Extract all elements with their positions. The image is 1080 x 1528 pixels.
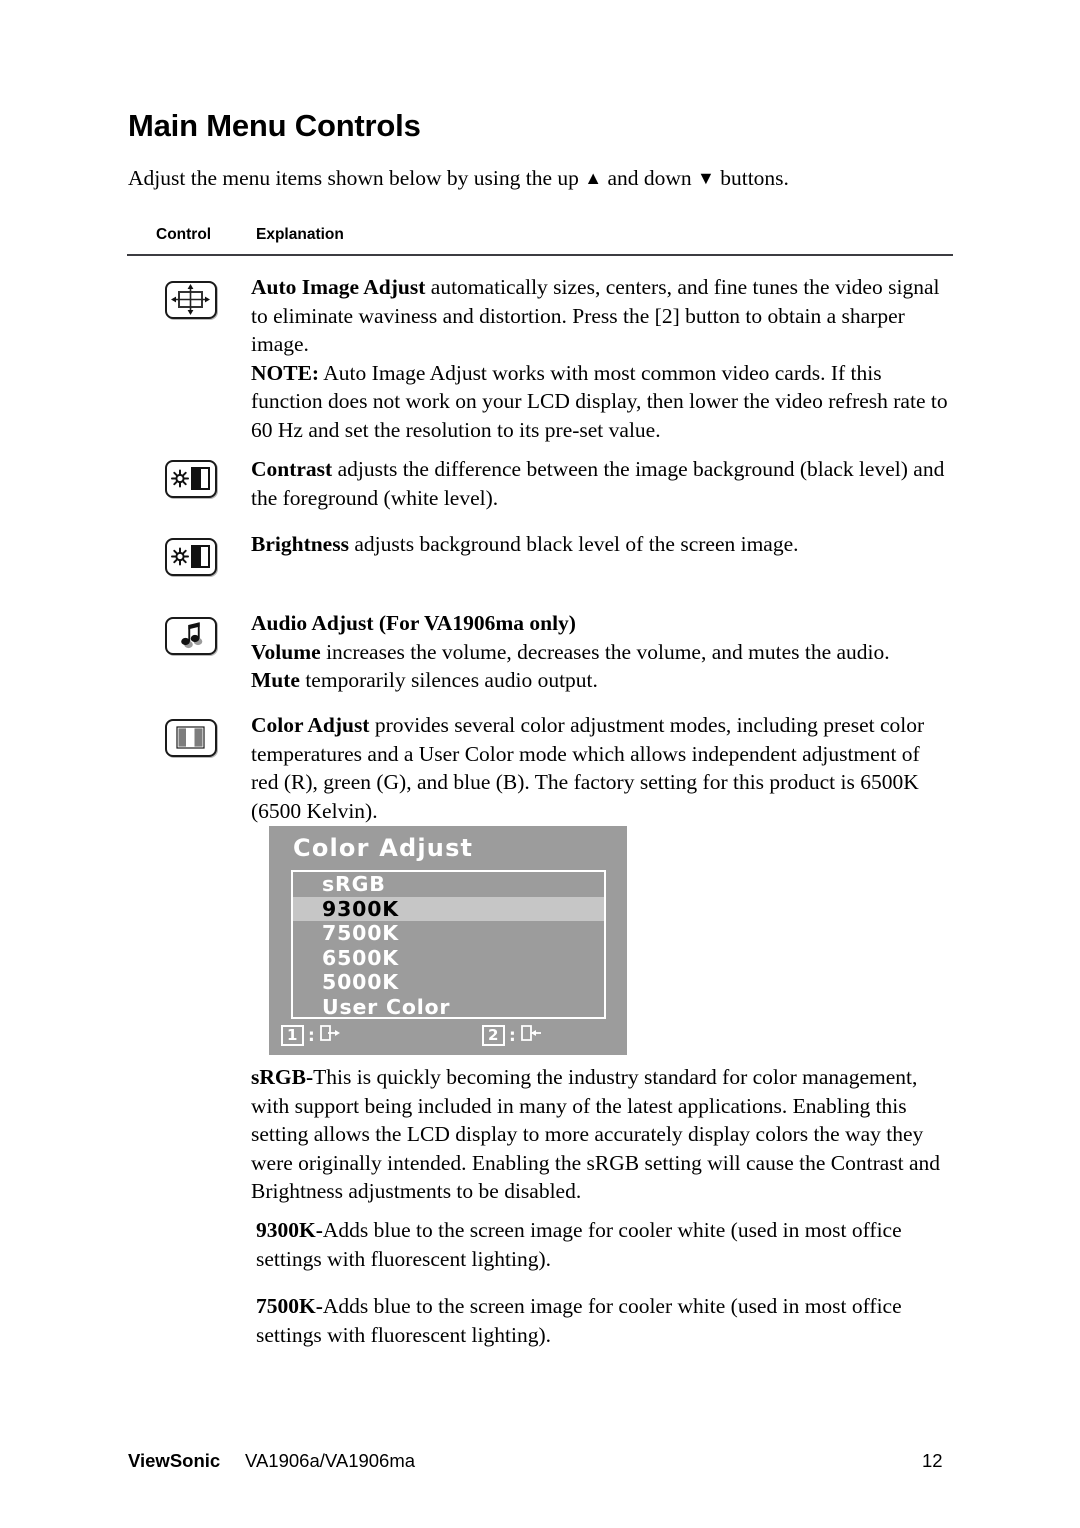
osd-title: Color Adjust (293, 834, 474, 862)
srgb-body: This is quickly becoming the industry st… (251, 1065, 941, 1204)
brightness-body: adjusts background black level of the sc… (348, 532, 799, 556)
audio-adjust-heading-label: Audio Adjust (For VA1906ma only) (251, 611, 576, 635)
auto-image-adjust-text: Auto Image Adjust automatically sizes, c… (251, 273, 951, 445)
osd-footer: 1 : 2 : (277, 1024, 619, 1050)
mute-body: temporarily silences audio output. (299, 668, 598, 693)
audio-adjust-heading: Audio Adjust (For VA1906ma only) (251, 609, 951, 638)
osd-option-9300k[interactable]: 9300K (293, 896, 604, 921)
osd-option-list: sRGB 9300K 7500K 6500K 5000K User Color (291, 870, 606, 1019)
volume-term: Volume (251, 639, 321, 664)
color-adjust-paragraph: Color Adjust provides several color adju… (251, 711, 951, 825)
footer-page-number: 12 (922, 1450, 943, 1471)
auto-image-adjust-note-label: NOTE: (251, 360, 320, 385)
table-header-control: Control (156, 226, 212, 243)
mute-paragraph: Mute temporarily silences audio output. (251, 666, 951, 695)
osd-option-7500k[interactable]: 7500K (293, 921, 604, 946)
osd-color-adjust-menu: Color Adjust sRGB 9300K 7500K 6500K 5000… (269, 826, 627, 1055)
color-adjust-icon (165, 719, 217, 757)
osd-key-1-label: 1 (281, 1025, 304, 1046)
mute-term: Mute (251, 668, 300, 693)
temp-9300k-paragraph: 9300K-Adds blue to the screen image for … (256, 1216, 946, 1273)
page-title: Main Menu Controls (128, 108, 421, 143)
table-header-explanation: Explanation (256, 226, 344, 243)
down-triangle-icon: ▼ (697, 168, 715, 188)
temp-9300k-body: Adds blue to the screen image for cooler… (256, 1218, 902, 1271)
table-header: Control Explanation (156, 226, 344, 244)
audio-adjust-text: Audio Adjust (For VA1906ma only) Volume … (251, 609, 951, 695)
contrast-body: adjusts the difference between the image… (251, 457, 945, 510)
exit-right-icon (319, 1024, 341, 1047)
contrast-term: Contrast (251, 457, 333, 481)
srgb-term: sRGB- (251, 1065, 314, 1089)
footer-brand: ViewSonic (128, 1450, 221, 1471)
osd-option-srgb[interactable]: sRGB (293, 872, 604, 897)
auto-image-adjust-icon (165, 281, 217, 319)
osd-key-2-label: 2 (482, 1025, 505, 1046)
osd-key-1-separator: : (307, 1025, 316, 1046)
auto-image-adjust-paragraph: Auto Image Adjust automatically sizes, c… (251, 273, 951, 359)
temp-7500k-body: Adds blue to the screen image for cooler… (256, 1294, 902, 1347)
auto-image-adjust-note: NOTE: Auto Image Adjust works with most … (251, 359, 951, 445)
temp-9300k-term: 9300K- (256, 1218, 323, 1242)
intro-text-after: buttons. (714, 166, 789, 190)
brightness-icon (165, 538, 217, 576)
contrast-icon (165, 460, 217, 498)
header-divider (127, 254, 953, 256)
temp-7500k-term: 7500K- (256, 1294, 323, 1318)
brightness-term: Brightness (251, 532, 349, 556)
osd-key-2-separator: : (508, 1025, 517, 1046)
page-canvas: Main Menu Controls Adjust the menu items… (0, 0, 1080, 1528)
contrast-paragraph: Contrast adjusts the difference between … (251, 455, 951, 512)
volume-body: increases the volume, decreases the volu… (320, 639, 890, 664)
osd-key-1: 1 : (281, 1024, 341, 1047)
color-adjust-text: Color Adjust provides several color adju… (251, 711, 951, 825)
intro-text: Adjust the menu items shown below by usi… (128, 164, 789, 192)
volume-paragraph: Volume increases the volume, decreases t… (251, 638, 951, 667)
audio-adjust-icon (165, 617, 217, 655)
auto-image-adjust-term: Auto Image Adjust (251, 275, 426, 299)
osd-option-user-color[interactable]: User Color (293, 995, 604, 1020)
up-triangle-icon: ▲ (584, 168, 603, 188)
osd-option-6500k[interactable]: 6500K (293, 946, 604, 971)
osd-option-5000k[interactable]: 5000K (293, 970, 604, 995)
contrast-text: Contrast adjusts the difference between … (251, 455, 951, 512)
temp-7500k-paragraph: 7500K-Adds blue to the screen image for … (256, 1292, 946, 1349)
osd-key-2: 2 : (482, 1024, 542, 1047)
color-adjust-term: Color Adjust (251, 713, 370, 737)
brightness-paragraph: Brightness adjusts background black leve… (251, 530, 951, 559)
footer-model: VA1906a/VA1906ma (245, 1450, 416, 1471)
intro-text-before: Adjust the menu items shown below by usi… (128, 166, 585, 190)
intro-text-middle: and down (602, 166, 698, 190)
srgb-paragraph: sRGB-This is quickly becoming the indust… (251, 1063, 951, 1206)
brightness-text: Brightness adjusts background black leve… (251, 530, 951, 559)
enter-left-icon (520, 1024, 542, 1047)
auto-image-adjust-note-body: Auto Image Adjust works with most common… (251, 360, 948, 442)
